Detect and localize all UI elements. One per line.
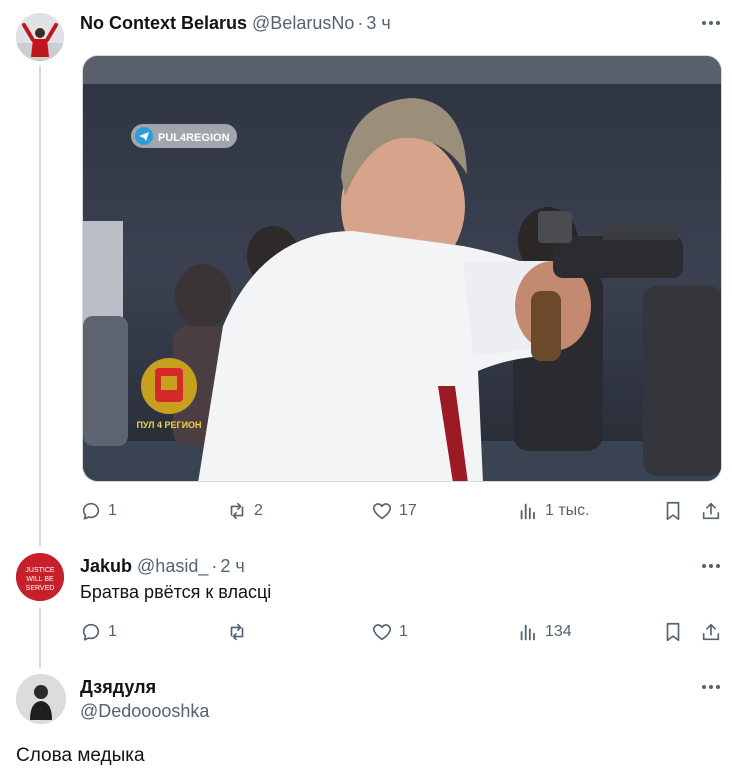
more-icon[interactable] [696,556,726,576]
share-icon [702,502,720,520]
avatar-jakub[interactable]: JUSTICE WILL BE SERVED [16,553,64,601]
analytics-icon [520,503,535,520]
share-button[interactable] [700,619,722,645]
avatar-no-context-belarus[interactable] [16,13,64,61]
author-name[interactable]: Jakub [80,556,132,577]
bookmark-button[interactable] [662,619,684,645]
avatar-text-line-3: SERVED [26,585,55,592]
more-icon[interactable] [696,13,726,33]
views-count: 134 [545,623,572,640]
author-name[interactable]: Дзядуля [80,677,156,698]
avatar-text-line-1: JUSTICE [25,567,55,574]
bookmark-icon [666,501,680,521]
tweet1-actions: 1 2 17 1 тыс. [80,498,722,524]
author-name[interactable]: No Context Belarus [80,13,247,34]
like-count: 17 [399,502,417,519]
reply-icon [82,623,100,641]
like-button[interactable]: 17 [371,498,417,524]
analytics-icon [520,624,535,641]
thread-line-1 [39,66,41,546]
reply2-handle-row: @Dedooooshka [75,701,209,722]
thread-line-2 [39,608,41,668]
emblem-caption: ПУЛ 4 РЕГИОН [136,420,201,430]
reply2-name-row: Дзядуля [80,677,156,698]
reply-button[interactable]: 1 [80,619,117,645]
avatar-text-line-2: WILL BE [26,576,54,583]
repost-button[interactable]: 2 [226,498,263,524]
heart-icon [372,624,392,641]
author-handle[interactable]: @hasid_ [137,556,208,577]
post-time[interactable]: 2 ч [220,556,244,577]
reply-count: 1 [108,502,117,519]
post-time[interactable]: 3 ч [366,13,390,34]
views-button[interactable]: 134 [517,619,572,645]
share-icon [702,623,720,641]
repost-button[interactable] [226,619,248,645]
avatar-dzyadulya[interactable] [16,674,66,724]
like-count: 1 [399,623,408,640]
more-icon[interactable] [696,677,726,697]
dot-separator: · [211,556,218,576]
reply-count: 1 [108,623,117,640]
author-handle[interactable]: @BelarusNo [252,13,354,34]
reply2-text: Слова медыка [16,745,145,766]
watermark-text: PUL4REGION [158,132,230,144]
reply1-header: Jakub @hasid_ · 2 ч [80,556,245,577]
views-button[interactable]: 1 тыс. [517,498,590,524]
bookmark-icon [666,622,680,642]
tweet1-header: No Context Belarus @BelarusNo · 3 ч [80,13,391,34]
author-handle[interactable]: @Dedooooshka [80,701,209,722]
repost-icon [230,502,244,520]
bookmark-button[interactable] [662,498,684,524]
views-count: 1 тыс. [545,502,590,519]
reply-icon [82,502,100,520]
dot-separator: · [357,13,364,33]
tweet-image[interactable]: PUL4REGION ПУЛ 4 РЕГИОН [82,55,722,482]
repost-count: 2 [254,502,263,519]
heart-icon [372,503,392,520]
share-button[interactable] [700,498,722,524]
reply1-text: Братва рвётся к власці [80,582,272,602]
reply1-actions: 1 1 134 [80,619,722,645]
like-button[interactable]: 1 [371,619,408,645]
reply-button[interactable]: 1 [80,498,117,524]
repost-icon [230,623,244,641]
